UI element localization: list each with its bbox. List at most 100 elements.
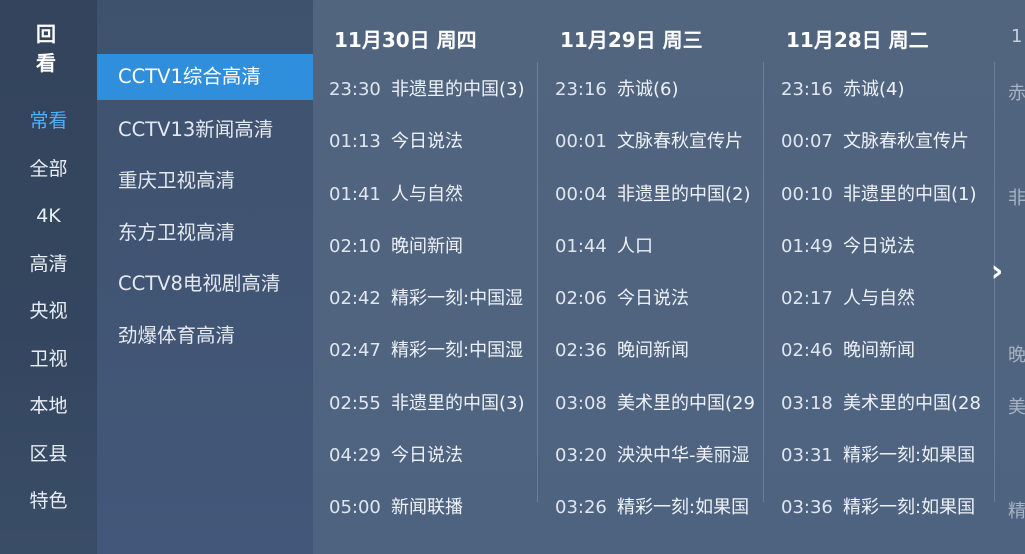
category-item[interactable]: 卫视 <box>0 336 97 384</box>
program-time: 02:47 <box>329 340 381 362</box>
program-time: 02:17 <box>781 288 833 310</box>
program-time: 01:44 <box>555 235 607 257</box>
program-item[interactable]: 02:42 精彩一刻:中国湿 <box>329 273 539 325</box>
program-item[interactable]: 03:36 精彩一刻:如果国 <box>781 482 991 534</box>
program-title: 精彩一刻:中国湿 <box>391 340 524 362</box>
program-item[interactable]: 23:16 赤诚(6) <box>555 64 765 116</box>
program-title-partial: 非 <box>1008 187 1025 209</box>
day-header[interactable]: 11月30日 周四 <box>334 24 477 53</box>
channel-item[interactable]: CCTV13新闻高清 <box>97 106 313 158</box>
channel-item[interactable]: 劲爆体育高清 <box>97 312 313 364</box>
program-time: 03:20 <box>555 445 607 467</box>
chevron-right-icon[interactable]: › <box>984 255 1010 289</box>
day-header[interactable]: 11月28日 周二 <box>786 24 929 53</box>
program-title-partial: 晚 <box>1008 344 1025 366</box>
program-schedule: 11月30日 周四 23:30 非遗里的中国(3) 01:13 今日说法 01:41 人与自… <box>313 0 1025 554</box>
program-title: 精彩一刻:中国湿 <box>391 288 524 310</box>
program-list: 23:30 非遗里的中国(3) 01:13 今日说法 01:41 人与自然 02:10 晚间新… <box>329 64 539 535</box>
program-time: 01:13 <box>329 131 381 153</box>
program-item[interactable]: 05:00 新闻联播 <box>329 482 539 534</box>
channel-list-panel: CCTV1综合高清 CCTV13新闻高清 重庆卫视高清 东方卫视高清 CCTV8电视剧高… <box>97 0 313 554</box>
program-time: 01:49 <box>781 235 833 257</box>
program-title: 非遗里的中国(3) <box>391 392 525 414</box>
program-item[interactable]: 00:04 非遗里的中国(2) <box>555 169 765 221</box>
program-item[interactable]: 02:06 今日说法 <box>555 273 765 325</box>
program-title-partial: 赤 <box>1008 83 1025 104</box>
program-time: 02:10 <box>329 235 381 257</box>
program-title: 泱泱中华-美丽湿 <box>617 445 750 467</box>
channel-item[interactable]: 东方卫视高清 <box>97 209 313 261</box>
program-item[interactable]: 00:07 文脉春秋宣传片 <box>781 116 991 168</box>
day-column: 11月28日 周二 23:16 赤诚(4) 00:07 文脉春秋宣传片 00:10 非遗里的… <box>765 0 991 554</box>
category-list: 常看 全部 4K 高清 央视 卫视 本地 区县 特色 <box>0 98 97 526</box>
program-time: 04:29 <box>329 445 381 467</box>
category-item[interactable]: 高清 <box>0 241 97 289</box>
program-item[interactable]: 02:46 晚间新闻 <box>781 325 991 377</box>
program-item[interactable]: 23:30 非遗里的中国(3) <box>329 64 539 116</box>
program-title: 文脉春秋宣传片 <box>843 131 969 153</box>
channel-item[interactable]: 重庆卫视高清 <box>97 157 313 209</box>
category-sidebar: 回 看 常看 全部 4K 高清 央视 卫视 本地 区县 特色 <box>0 0 97 554</box>
program-item[interactable]: 03:20 泱泱中华-美丽湿 <box>555 430 765 482</box>
program-title: 美术里的中国(29 <box>617 392 755 414</box>
program-title: 人与自然 <box>843 288 915 310</box>
category-item[interactable]: 本地 <box>0 383 97 431</box>
tv-replay-screen: 回 看 常看 全部 4K 高清 央视 卫视 本地 区县 特色 CCTV1综合高清 CCTV13新闻… <box>0 0 1025 554</box>
day-header[interactable]: 11月29日 周三 <box>560 24 703 53</box>
program-item[interactable]: 01:13 今日说法 <box>329 116 539 168</box>
program-time: 23:30 <box>329 79 381 100</box>
program-time: 03:08 <box>555 392 607 414</box>
page-title: 回 看 <box>36 22 66 75</box>
day-column: 11月29日 周三 23:16 赤诚(6) 00:01 文脉春秋宣传片 00:04 非遗里的… <box>539 0 765 554</box>
program-title: 赤诚(4) <box>843 79 905 100</box>
program-item[interactable]: 04:29 今日说法 <box>329 430 539 482</box>
program-item[interactable]: 23:16 赤诚(4) <box>781 64 991 116</box>
day-column: 11月30日 周四 23:30 非遗里的中国(3) 01:13 今日说法 01:41 人与自… <box>313 0 539 554</box>
program-time: 02:36 <box>555 340 607 362</box>
category-item[interactable]: 区县 <box>0 431 97 479</box>
category-item[interactable]: 常看 <box>0 98 97 146</box>
program-title: 文脉春秋宣传片 <box>617 131 743 153</box>
category-item[interactable]: 央视 <box>0 288 97 336</box>
program-time: 00:10 <box>781 183 833 205</box>
program-title: 精彩一刻:如果国 <box>843 445 976 467</box>
program-item[interactable]: 00:10 非遗里的中国(1) <box>781 169 991 221</box>
program-time: 02:42 <box>329 288 381 310</box>
program-time: 23:16 <box>555 79 607 100</box>
program-time: 02:46 <box>781 340 833 362</box>
column-divider <box>537 62 538 502</box>
program-title: 晚间新闻 <box>391 235 463 257</box>
program-item[interactable]: 02:47 精彩一刻:中国湿 <box>329 325 539 377</box>
program-title: 人与自然 <box>391 183 463 205</box>
program-time: 00:01 <box>555 131 607 153</box>
program-title: 今日说法 <box>391 445 463 467</box>
category-item[interactable]: 特色 <box>0 478 97 526</box>
channel-item[interactable]: CCTV1综合高清 <box>97 54 313 100</box>
next-day-header-partial: 1 <box>1011 26 1023 47</box>
program-time: 05:00 <box>329 497 381 519</box>
program-item[interactable]: 02:36 晚间新闻 <box>555 325 765 377</box>
program-item[interactable]: 01:41 人与自然 <box>329 169 539 221</box>
category-item[interactable]: 全部 <box>0 146 97 194</box>
program-item[interactable]: 03:08 美术里的中国(29 <box>555 378 765 430</box>
program-time: 02:55 <box>329 392 381 414</box>
program-item[interactable]: 03:31 精彩一刻:如果国 <box>781 430 991 482</box>
program-item[interactable]: 01:49 今日说法 <box>781 221 991 273</box>
program-item[interactable]: 03:18 美术里的中国(28 <box>781 378 991 430</box>
program-time: 03:31 <box>781 445 833 467</box>
program-time: 02:06 <box>555 288 607 310</box>
program-item[interactable]: 01:44 人口 <box>555 221 765 273</box>
program-time: 23:16 <box>781 79 833 100</box>
program-item[interactable]: 02:55 非遗里的中国(3) <box>329 378 539 430</box>
program-title: 晚间新闻 <box>617 340 689 362</box>
program-title: 人口 <box>617 235 653 257</box>
program-item[interactable]: 03:26 精彩一刻:如果国 <box>555 482 765 534</box>
program-item[interactable]: 02:17 人与自然 <box>781 273 991 325</box>
program-title: 晚间新闻 <box>843 340 915 362</box>
category-item[interactable]: 4K <box>0 193 97 241</box>
program-item[interactable]: 02:10 晚间新闻 <box>329 221 539 273</box>
program-time: 03:18 <box>781 392 833 414</box>
program-time: 03:36 <box>781 497 833 519</box>
program-item[interactable]: 00:01 文脉春秋宣传片 <box>555 116 765 168</box>
channel-item[interactable]: CCTV8电视剧高清 <box>97 260 313 312</box>
